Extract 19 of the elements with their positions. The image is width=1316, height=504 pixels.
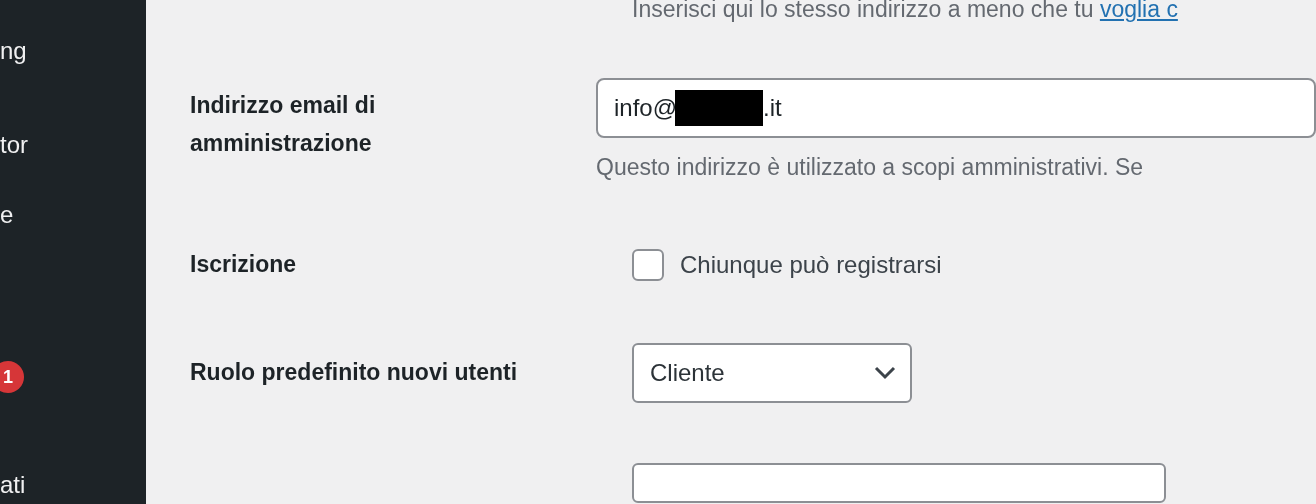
text-field[interactable] [632, 462, 1166, 503]
field-label: Ruolo predefinito nuovi utenti [190, 358, 519, 388]
menu-item[interactable]: ati [0, 470, 26, 500]
field-label: Iscrizione [190, 250, 298, 280]
menu-item[interactable]: e [0, 200, 14, 230]
field-description: Questo indirizzo è utilizzato a scopi amministrativi. Se [596, 153, 1145, 182]
field-value: info@ [614, 93, 678, 123]
chevron-down-icon [874, 365, 896, 380]
role-dropdown[interactable]: Cliente [632, 342, 912, 403]
notification-badge: 1 [0, 361, 24, 393]
field-value: .it [763, 93, 782, 123]
field-label: Indirizzo email di amministrazione [190, 91, 377, 158]
email-field[interactable]: info@ .it [596, 78, 1316, 138]
link[interactable]: voglia c [1099, 0, 1178, 22]
checkbox[interactable] [632, 248, 664, 281]
menu-item[interactable]: tor [0, 130, 28, 160]
menu-item[interactable]: ng [0, 36, 27, 66]
checkbox-label: Chiunque può registrarsi [680, 249, 942, 280]
field-description: Inserisci qui lo stesso indirizzo a meno che tu [632, 0, 1095, 22]
